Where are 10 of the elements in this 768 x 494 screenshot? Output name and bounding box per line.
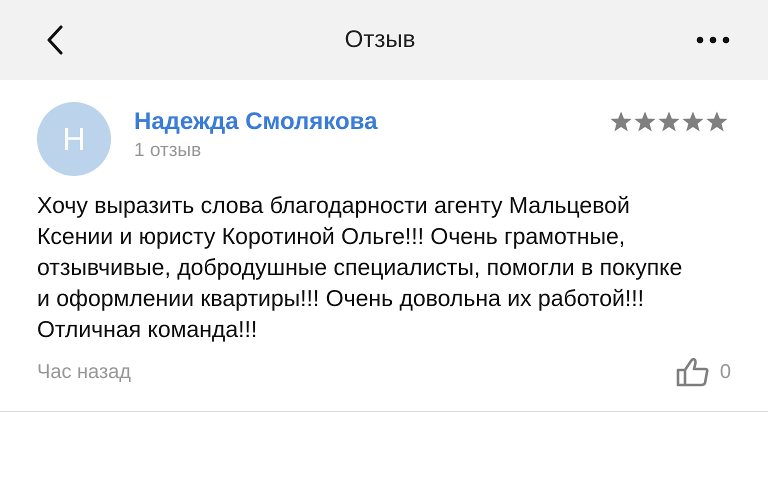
page-title: Отзыв <box>344 26 416 54</box>
avatar: Н <box>37 102 111 176</box>
review-time: Час назад <box>37 360 131 384</box>
review-count: 1 отзыв <box>134 140 202 162</box>
back-icon[interactable] <box>46 25 64 55</box>
review-text: Хочу выразить слова благодарности агенту Мальцевой Ксении и юристу Коротиной Ольге!!! Очень грамотные, отзывчивые, добродушные специалисты, помогли в покупке и оформлении квартиры!!! Очень довольна их работой!!! Отличная команда!!! <box>37 191 684 344</box>
more-icon[interactable] <box>696 36 730 44</box>
thumbs-up-icon[interactable] <box>676 357 710 387</box>
like-count: 0 <box>720 360 731 384</box>
author-name[interactable]: Надежда Смолякова <box>134 108 607 136</box>
